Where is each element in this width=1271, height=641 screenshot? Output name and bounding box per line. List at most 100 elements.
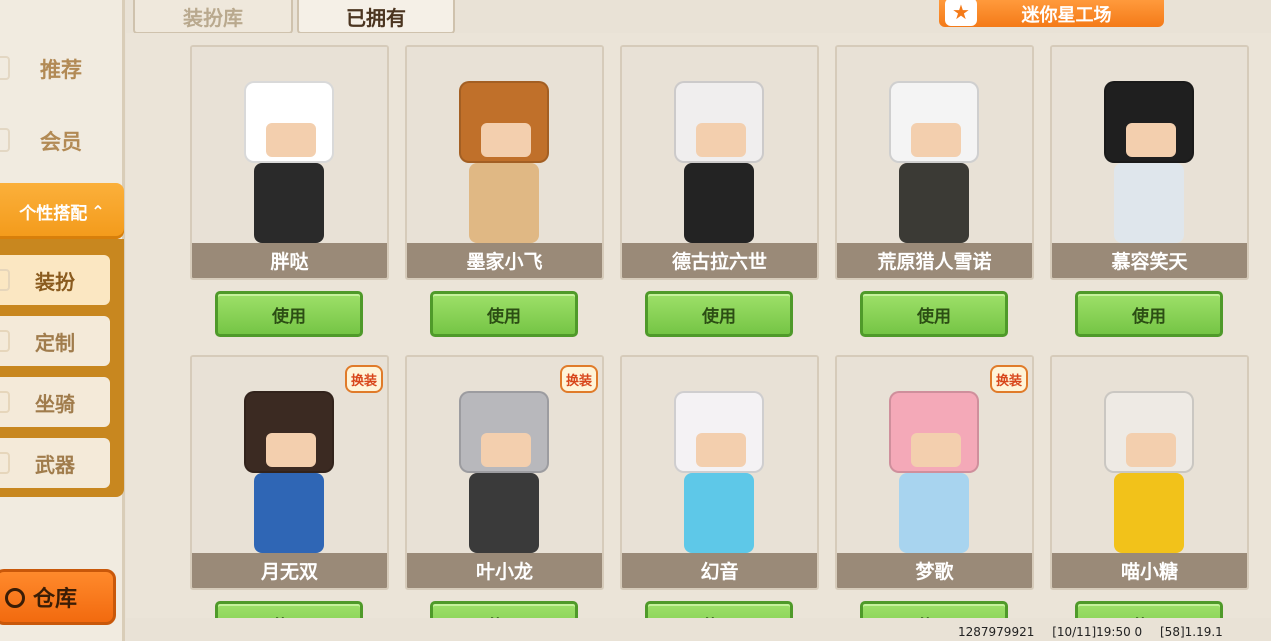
warehouse-label: 仓库 — [32, 587, 77, 612]
character-head — [459, 81, 549, 163]
character-head — [459, 391, 549, 473]
outfit-change-badge: 换装 — [990, 365, 1028, 393]
character-body — [684, 473, 754, 553]
skin-name: 德古拉六世 — [622, 243, 817, 278]
character-face — [481, 433, 531, 467]
use-button[interactable]: 使用 — [645, 601, 793, 618]
skin-card[interactable]: 换装梦歌 — [835, 355, 1034, 590]
tab-owned[interactable]: 已拥有 — [297, 0, 455, 34]
use-button[interactable]: 使用 — [430, 601, 578, 618]
skin-card[interactable]: 换装月无双 — [190, 355, 389, 590]
sidebar-decoration-icon — [0, 391, 10, 413]
use-button[interactable]: 使用 — [215, 601, 363, 618]
skin-card[interactable]: 荒原猎人雪诺 — [835, 45, 1034, 280]
warehouse-icon — [5, 588, 25, 608]
skin-preview — [1052, 47, 1247, 243]
character-face — [266, 433, 316, 467]
sidebar-item-recommend[interactable]: 推荐 — [0, 38, 122, 100]
skin-name: 慕容笑天 — [1052, 243, 1247, 278]
skin-grid: 胖哒使用墨家小飞使用德古拉六世使用荒原猎人雪诺使用慕容笑天使用换装月无双使用换装… — [126, 33, 1271, 618]
skin-name: 叶小龙 — [407, 553, 602, 588]
sidebar-item-outfit[interactable]: 装扮 — [0, 255, 110, 305]
character-head — [889, 391, 979, 473]
version: [58]1.19.1 — [1160, 625, 1223, 639]
character-head — [244, 81, 334, 163]
character-face — [911, 433, 961, 467]
sidebar-item-label: 坐骑 — [35, 391, 75, 416]
skin-preview — [622, 357, 817, 553]
sidebar-item-vip[interactable]: 会员 — [0, 110, 122, 172]
sidebar-decoration-icon — [0, 56, 10, 80]
character-head — [674, 81, 764, 163]
skin-card[interactable]: 墨家小飞 — [405, 45, 604, 280]
sidebar-item-label: 推荐 — [40, 58, 82, 82]
character-body — [469, 163, 539, 243]
tab-wardrobe[interactable]: 装扮库 — [133, 0, 293, 34]
skin-preview — [407, 47, 602, 243]
character-face — [1126, 433, 1176, 467]
skin-name: 幻音 — [622, 553, 817, 588]
sidebar-decoration-icon — [0, 269, 10, 291]
timestamp: [10/11]19:50 0 — [1052, 625, 1143, 639]
sidebar-decoration-icon — [0, 330, 10, 352]
status-footer: 1287979921 [10/11]19:50 0 [58]1.19.1 — [958, 625, 1237, 639]
sidebar-item-mount[interactable]: 坐骑 — [0, 377, 110, 427]
use-button[interactable]: 使用 — [860, 601, 1008, 618]
character-face — [481, 123, 531, 157]
chevron-up-icon: ⌃ — [91, 201, 105, 221]
sidebar-item-label: 武器 — [35, 452, 75, 477]
use-button[interactable]: 使用 — [645, 291, 793, 337]
character-head — [1104, 81, 1194, 163]
outfit-change-badge: 换装 — [345, 365, 383, 393]
character-body — [899, 163, 969, 243]
skin-preview — [622, 47, 817, 243]
skin-name: 月无双 — [192, 553, 387, 588]
sidebar-item-custom[interactable]: 定制 — [0, 316, 110, 366]
skin-preview — [192, 47, 387, 243]
use-button[interactable]: 使用 — [215, 291, 363, 337]
character-head — [674, 391, 764, 473]
character-face — [1126, 123, 1176, 157]
sidebar-group-label: 个性搭配 — [19, 203, 88, 224]
star-icon: ★ — [945, 0, 977, 26]
outfit-change-badge: 换装 — [560, 365, 598, 393]
skin-card[interactable]: 慕容笑天 — [1050, 45, 1249, 280]
sidebar-decoration-icon — [0, 452, 10, 474]
skin-preview — [837, 47, 1032, 243]
sidebar-item-weapon[interactable]: 武器 — [0, 438, 110, 488]
sidebar-item-label: 定制 — [35, 330, 75, 355]
skin-card[interactable]: 德古拉六世 — [620, 45, 819, 280]
warehouse-button[interactable]: 仓库 — [0, 569, 116, 625]
character-head — [1104, 391, 1194, 473]
user-id: 1287979921 — [958, 625, 1035, 639]
use-button[interactable]: 使用 — [1075, 601, 1223, 618]
character-face — [266, 123, 316, 157]
character-body — [469, 473, 539, 553]
character-body — [899, 473, 969, 553]
character-face — [911, 123, 961, 157]
character-body — [1114, 163, 1184, 243]
sidebar-item-label: 会员 — [40, 130, 82, 154]
skin-card[interactable]: 胖哒 — [190, 45, 389, 280]
mini-studio-button[interactable]: ★ 迷你星工场 — [939, 0, 1164, 27]
sidebar-decoration-icon — [0, 128, 10, 152]
skin-card[interactable]: 换装叶小龙 — [405, 355, 604, 590]
character-head — [889, 81, 979, 163]
character-face — [696, 433, 746, 467]
skin-name: 荒原猎人雪诺 — [837, 243, 1032, 278]
use-button[interactable]: 使用 — [430, 291, 578, 337]
skin-name: 胖哒 — [192, 243, 387, 278]
sidebar-submenu: 装扮 定制 坐骑 武器 — [0, 239, 124, 497]
skin-name: 梦歌 — [837, 553, 1032, 588]
sidebar-group-personal-style[interactable]: 个性搭配 ⌃ — [0, 183, 124, 239]
skin-card[interactable]: 幻音 — [620, 355, 819, 590]
character-body — [254, 163, 324, 243]
character-body — [1114, 473, 1184, 553]
skin-card[interactable]: 喵小糖 — [1050, 355, 1249, 590]
character-body — [254, 473, 324, 553]
sidebar: 推荐 会员 个性搭配 ⌃ 装扮 定制 坐骑 武器 仓库 — [0, 0, 125, 641]
use-button[interactable]: 使用 — [860, 291, 1008, 337]
tab-label: 已拥有 — [346, 5, 406, 30]
character-face — [696, 123, 746, 157]
use-button[interactable]: 使用 — [1075, 291, 1223, 337]
